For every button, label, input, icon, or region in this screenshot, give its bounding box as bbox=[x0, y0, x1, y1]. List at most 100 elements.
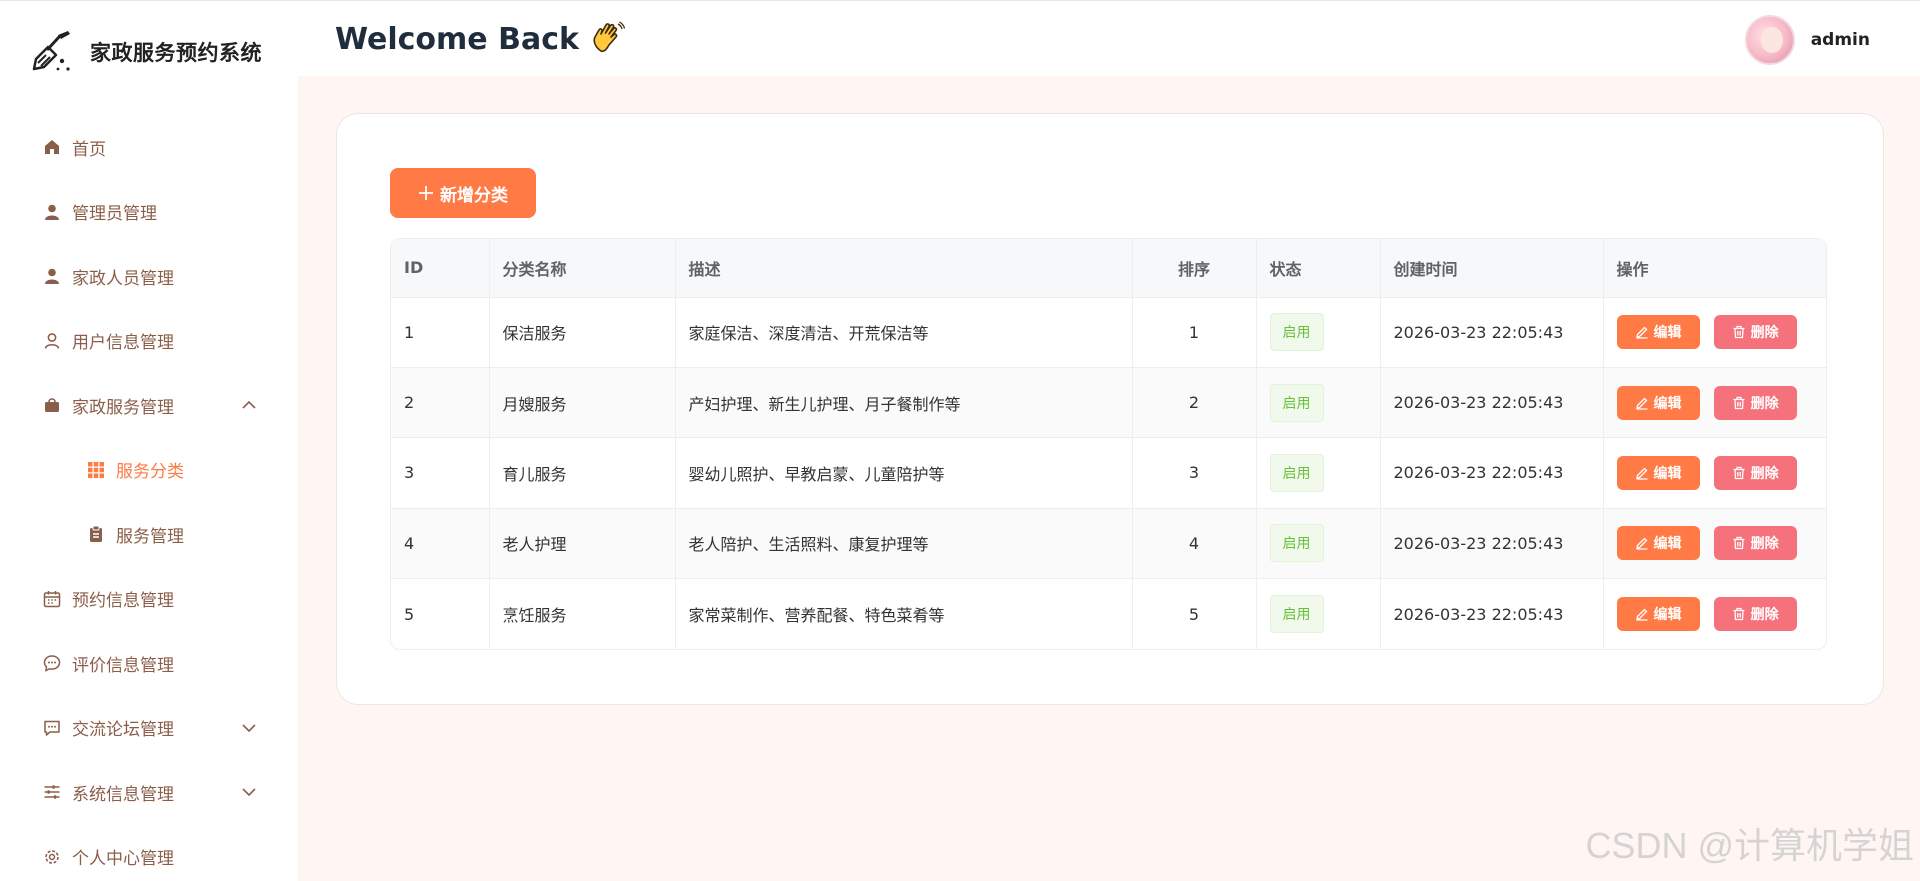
col-header-sort[interactable]: 排序 bbox=[1132, 239, 1257, 297]
edit-button[interactable]: 编辑 bbox=[1616, 385, 1700, 420]
sidebar-item-admin[interactable]: 管理员管理 bbox=[0, 180, 298, 245]
edit-button[interactable]: 编辑 bbox=[1616, 315, 1700, 350]
sidebar-item-users[interactable]: 用户信息管理 bbox=[0, 309, 298, 374]
cell-sort: 1 bbox=[1132, 296, 1257, 368]
status-badge: 启用 bbox=[1269, 524, 1324, 563]
top-header: Welcome Back admin bbox=[298, 0, 1920, 76]
sidebar-item-forum[interactable]: 交流论坛管理 bbox=[0, 696, 298, 761]
chevron-up-icon[interactable] bbox=[240, 396, 258, 414]
col-header-desc[interactable]: 描述 bbox=[675, 239, 1133, 297]
cell-id: 1 bbox=[391, 296, 490, 368]
cell-desc: 婴幼儿照护、早教启蒙、儿童陪护等 bbox=[675, 437, 1133, 509]
cell-sort: 3 bbox=[1132, 437, 1257, 509]
status-badge: 启用 bbox=[1269, 313, 1324, 352]
sidebar-item-label: 服务管理 bbox=[116, 526, 184, 547]
table-row[interactable]: 1 保洁服务 家庭保洁、深度清洁、开荒保洁等 1 启用 2026-03-23 2… bbox=[391, 296, 1826, 368]
edit-button[interactable]: 编辑 bbox=[1616, 455, 1700, 490]
cell-id: 2 bbox=[391, 366, 490, 438]
avatar[interactable] bbox=[1744, 15, 1795, 65]
delete-button[interactable]: 删除 bbox=[1713, 315, 1797, 350]
sidebar: 家政服务预约系统 首页 管理员管理 家政人员管理 用户信息管理 家政服务管理 服… bbox=[0, 0, 298, 881]
cell-status: 启用 bbox=[1256, 437, 1381, 509]
sidebar-item-label: 系统信息管理 bbox=[72, 784, 174, 805]
cell-desc: 家常菜制作、营养配餐、特色菜肴等 bbox=[675, 578, 1133, 649]
cell-id: 3 bbox=[391, 437, 490, 509]
sidebar-item-profile[interactable]: 个人中心管理 bbox=[0, 825, 298, 881]
cell-name: 月嫂服务 bbox=[489, 366, 676, 438]
status-badge: 启用 bbox=[1269, 383, 1324, 422]
sidebar-item-service-category[interactable]: 服务分类 bbox=[0, 438, 298, 503]
sidebar-item-label: 交流论坛管理 bbox=[72, 720, 174, 741]
cell-status: 启用 bbox=[1256, 578, 1381, 649]
delete-button[interactable]: 删除 bbox=[1713, 455, 1797, 490]
cell-created: 2026-03-23 22:05:43 bbox=[1380, 507, 1604, 579]
sidebar-item-staff[interactable]: 家政人员管理 bbox=[0, 244, 298, 309]
cell-name: 烹饪服务 bbox=[489, 578, 676, 649]
bag-icon bbox=[42, 395, 62, 415]
sidebar-item-label: 个人中心管理 bbox=[72, 849, 174, 870]
table-row[interactable]: 5 烹饪服务 家常菜制作、营养配餐、特色菜肴等 5 启用 2026-03-23 … bbox=[391, 578, 1826, 649]
category-table: ID 分类名称 描述 排序 状态 创建时间 操作 1 保洁服务 家庭保洁、深度清… bbox=[390, 238, 1827, 650]
broom-logo-icon bbox=[32, 31, 70, 71]
cell-created: 2026-03-23 22:05:43 bbox=[1380, 578, 1604, 649]
plus-icon bbox=[419, 186, 433, 200]
edit-button[interactable]: 编辑 bbox=[1616, 597, 1700, 631]
sidebar-item-services-group[interactable]: 家政服务管理 bbox=[0, 373, 298, 438]
content-card: 新增分类 ID 分类名称 描述 排序 状态 创建时间 操作 1 保洁服务 家庭保… bbox=[336, 113, 1884, 705]
add-category-label: 新增分类 bbox=[440, 185, 508, 206]
sidebar-item-label: 服务分类 bbox=[116, 462, 184, 483]
cell-name: 老人护理 bbox=[489, 507, 676, 579]
cell-id: 5 bbox=[391, 578, 490, 649]
sidebar-menu: 首页 管理员管理 家政人员管理 用户信息管理 家政服务管理 服务分类 服务管理 … bbox=[0, 115, 298, 881]
col-header-id[interactable]: ID bbox=[391, 239, 490, 297]
edit-icon bbox=[1635, 326, 1647, 339]
delete-button[interactable]: 删除 bbox=[1713, 526, 1797, 561]
col-header-status[interactable]: 状态 bbox=[1256, 239, 1381, 297]
edit-label: 编辑 bbox=[1653, 465, 1682, 482]
chevron-down-icon[interactable] bbox=[240, 783, 258, 801]
add-category-button[interactable]: 新增分类 bbox=[390, 168, 536, 218]
edit-button[interactable]: 编辑 bbox=[1616, 526, 1700, 561]
welcome-text: Welcome Back bbox=[335, 21, 579, 57]
table-row[interactable]: 4 老人护理 老人陪护、生活照料、康复护理等 4 启用 2026-03-23 2… bbox=[391, 507, 1826, 579]
sidebar-item-system[interactable]: 系统信息管理 bbox=[0, 760, 298, 825]
delete-button[interactable]: 删除 bbox=[1713, 597, 1797, 631]
calendar-icon bbox=[42, 589, 62, 609]
sidebar-item-label: 管理员管理 bbox=[72, 204, 157, 225]
delete-label: 删除 bbox=[1750, 325, 1779, 342]
brand[interactable]: 家政服务预约系统 bbox=[28, 29, 262, 75]
trash-icon bbox=[1733, 326, 1745, 339]
cell-created: 2026-03-23 22:05:43 bbox=[1380, 437, 1604, 509]
sidebar-item-service-manage[interactable]: 服务管理 bbox=[0, 502, 298, 567]
cell-status: 启用 bbox=[1256, 296, 1381, 368]
edit-label: 编辑 bbox=[1653, 325, 1682, 342]
table-row[interactable]: 3 育儿服务 婴幼儿照护、早教启蒙、儿童陪护等 3 启用 2026-03-23 … bbox=[391, 437, 1826, 509]
cell-desc: 产妇护理、新生儿护理、月子餐制作等 bbox=[675, 366, 1133, 438]
cell-name: 保洁服务 bbox=[489, 296, 676, 368]
trash-icon bbox=[1733, 466, 1745, 480]
waving-hand-icon bbox=[593, 21, 625, 53]
sidebar-item-label: 首页 bbox=[72, 139, 106, 160]
cell-sort: 4 bbox=[1132, 507, 1257, 579]
edit-icon bbox=[1635, 397, 1647, 410]
trash-icon bbox=[1733, 537, 1745, 550]
edit-icon bbox=[1635, 608, 1647, 621]
clipboard-icon bbox=[86, 524, 106, 544]
user-menu[interactable]: admin bbox=[1744, 15, 1870, 65]
chevron-down-icon[interactable] bbox=[240, 719, 258, 737]
sidebar-item-reviews[interactable]: 评价信息管理 bbox=[0, 631, 298, 696]
table-row[interactable]: 2 月嫂服务 产妇护理、新生儿护理、月子餐制作等 2 启用 2026-03-23… bbox=[391, 366, 1826, 438]
cell-ops: 编辑 删除 bbox=[1603, 296, 1826, 368]
edit-label: 编辑 bbox=[1653, 607, 1682, 623]
sidebar-item-booking[interactable]: 预约信息管理 bbox=[0, 567, 298, 632]
col-header-created[interactable]: 创建时间 bbox=[1380, 239, 1604, 297]
delete-label: 删除 bbox=[1750, 607, 1779, 623]
delete-label: 删除 bbox=[1750, 536, 1779, 553]
col-header-name[interactable]: 分类名称 bbox=[489, 239, 676, 297]
delete-label: 删除 bbox=[1750, 395, 1779, 412]
cell-sort: 2 bbox=[1132, 366, 1257, 438]
sidebar-item-home[interactable]: 首页 bbox=[0, 115, 298, 180]
sidebar-item-label: 预约信息管理 bbox=[72, 591, 174, 612]
delete-button[interactable]: 删除 bbox=[1713, 385, 1797, 420]
cell-ops: 编辑 删除 bbox=[1603, 507, 1826, 579]
